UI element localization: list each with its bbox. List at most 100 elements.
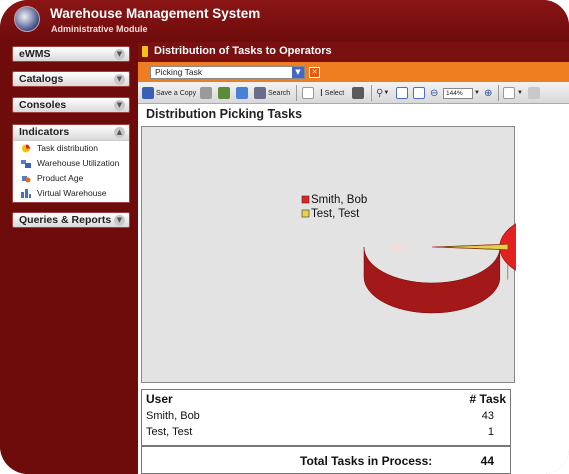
sidebar-section-label: Indicators (19, 126, 70, 138)
chevron-down-icon: ▼ (474, 90, 480, 96)
sidebar-section-label: Consoles (19, 99, 67, 111)
export-icon (218, 87, 230, 99)
save-copy-label: Save a Copy (156, 89, 197, 97)
sidebar-section-label: Catalogs (19, 73, 64, 85)
pie-chart-svg: 98% Smith, Bob Test, Test (301, 194, 516, 314)
fit-page-icon (396, 87, 408, 99)
total-row: Total Tasks in Process: 44 (141, 446, 511, 474)
chevron-down-icon[interactable]: ▼ (114, 49, 125, 60)
camera-icon (352, 87, 364, 99)
legend-swatch (301, 209, 310, 218)
toolbar-divider (498, 85, 499, 101)
bar-chart-icon (21, 189, 31, 198)
table-cell-user: Smith, Bob (146, 410, 200, 422)
report-toolbar: Save a Copy Search I Select ⚲ ▼ ⊖ 144% ▼… (138, 82, 569, 104)
product-icon (22, 176, 31, 183)
search-button[interactable]: Search (254, 85, 290, 101)
column-header-user: User (146, 392, 173, 406)
sidebar-section-label: Queries & Reports (19, 214, 112, 226)
document-icon (503, 87, 515, 99)
legend-label: Smith, Bob (311, 194, 367, 206)
zoom-out-button[interactable]: ⊖ (430, 85, 438, 101)
task-selector-bar: Picking Task ▼ ✕ (138, 62, 569, 82)
table-cell-user: Test, Test (146, 426, 193, 438)
help-button[interactable] (528, 85, 542, 101)
save-copy-button[interactable]: Save a Copy (142, 85, 196, 101)
sidebar-item-label: Virtual Warehouse (37, 188, 107, 198)
column-header-tasks: # Task (469, 392, 506, 406)
app-title: Warehouse Management System (50, 6, 261, 21)
sidebar-section-label: eWMS (19, 48, 51, 60)
table-cell-tasks: 1 (487, 426, 494, 438)
zoom-in-button[interactable]: ⊕ (484, 85, 492, 101)
help-icon (528, 87, 540, 99)
main-content: Distribution of Tasks to Operators Picki… (138, 42, 569, 474)
total-label: Total Tasks in Process: (300, 454, 433, 468)
sidebar-item-label: Warehouse Utilization (37, 158, 120, 168)
indicators-header[interactable]: Indicators ▲ (13, 125, 129, 141)
toolbar-divider (371, 85, 372, 101)
report-icon (142, 46, 148, 57)
zoom-out-icon: ⊖ (430, 87, 439, 99)
task-table: User # Task Smith, Bob 43 Test, Test 1 (141, 389, 511, 446)
total-value: 44 (480, 454, 494, 468)
print-button[interactable] (200, 85, 214, 101)
chevron-down-icon[interactable]: ▼ (114, 74, 125, 85)
sidebar-section-queries[interactable]: Queries & Reports ▼ (12, 212, 130, 228)
sidebar-item-warehouse-utilization[interactable]: Warehouse Utilization (13, 156, 129, 171)
chevron-down-icon[interactable]: ▼ (114, 215, 125, 226)
sidebar-item-product-age[interactable]: Product Age (13, 171, 129, 186)
email-icon (236, 87, 248, 99)
report-title: Distribution Picking Tasks (146, 107, 303, 121)
chevron-down-icon[interactable]: ▼ (292, 67, 304, 78)
export-button[interactable] (218, 85, 232, 101)
binoculars-icon (254, 87, 266, 99)
fit-width-icon (413, 87, 425, 99)
email-button[interactable] (236, 85, 250, 101)
fit-page-button[interactable] (396, 85, 410, 101)
zoom-level-value: 144% (443, 87, 473, 99)
sidebar-section-catalogs[interactable]: Catalogs ▼ (12, 71, 130, 87)
zoom-tool-button[interactable]: ⚲ ▼ (376, 85, 389, 101)
print-icon (200, 87, 212, 99)
sidebar-item-label: Task distribution (37, 143, 98, 153)
chevron-down-icon: ▼ (517, 90, 523, 96)
sidebar-item-label: Product Age (37, 173, 84, 183)
pie-slice-side (363, 246, 501, 314)
task-type-select[interactable]: Picking Task ▼ (150, 66, 305, 79)
app-header: Warehouse Management System Administrati… (0, 0, 569, 42)
snapshot-button[interactable] (352, 85, 366, 101)
chevron-up-icon[interactable]: ▲ (114, 127, 125, 138)
page-title: Distribution of Tasks to Operators (154, 45, 332, 57)
report-margin (518, 126, 569, 474)
legend-label: Test, Test (311, 208, 360, 220)
app-subtitle: Administrative Module (51, 24, 148, 34)
chevron-down-icon: ▼ (383, 90, 390, 96)
zoom-level-select[interactable]: 144% ▼ (443, 85, 480, 101)
text-cursor-icon: I (320, 87, 323, 99)
select-tool-button[interactable]: I Select (320, 85, 344, 101)
pie-chart: 98% Smith, Bob Test, Test (141, 126, 516, 383)
close-icon[interactable]: ✕ (309, 67, 320, 78)
sidebar-item-virtual-warehouse[interactable]: Virtual Warehouse (13, 186, 129, 201)
fit-width-button[interactable] (413, 85, 427, 101)
select-label: Select (324, 89, 345, 97)
logo-icon (14, 6, 40, 32)
sidebar-section-indicators: Indicators ▲ Task distribution Warehouse… (12, 124, 130, 203)
app-window: Warehouse Management System Administrati… (0, 0, 569, 474)
zoom-in-icon: ⊕ (484, 87, 493, 99)
content-title-bar: Distribution of Tasks to Operators (138, 42, 569, 62)
boxes-icon (21, 160, 31, 168)
search-label: Search (268, 89, 291, 97)
pie-chart-icon (22, 144, 30, 153)
sidebar-item-task-distribution[interactable]: Task distribution (13, 141, 129, 156)
page-options-button[interactable]: ▼ (503, 85, 523, 101)
sidebar-section-ewms[interactable]: eWMS ▼ (12, 46, 130, 62)
toolbar-divider (296, 85, 297, 101)
pie-data-label: 98% (390, 243, 410, 254)
legend-swatch (301, 195, 310, 204)
magnifier-icon: ⚲ (376, 87, 384, 99)
hand-tool-button[interactable] (302, 85, 316, 101)
sidebar-section-consoles[interactable]: Consoles ▼ (12, 97, 130, 113)
chevron-down-icon[interactable]: ▼ (114, 100, 125, 111)
